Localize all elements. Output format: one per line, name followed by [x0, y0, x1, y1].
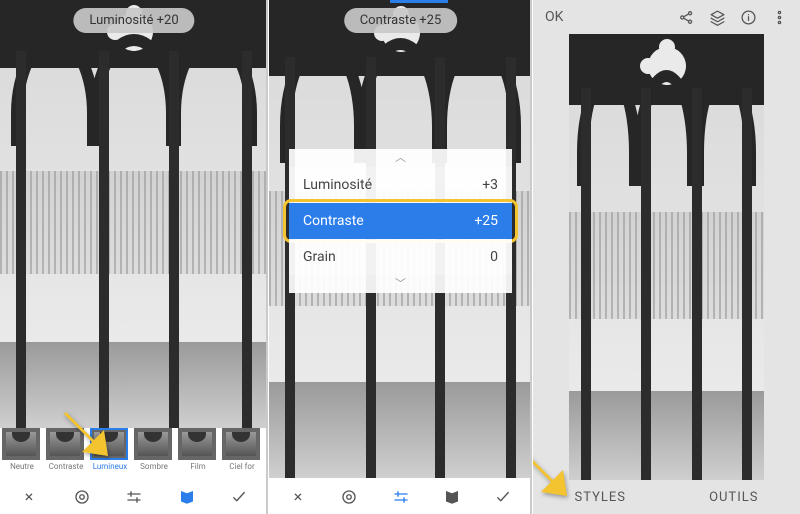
tab-styles[interactable]: STYLES [575, 490, 627, 505]
lens-icon[interactable] [338, 486, 360, 506]
share-icon[interactable] [678, 9, 695, 26]
bottom-toolbar: × [269, 478, 532, 514]
preset-strip: NeutreContrasteLumineuxSombreFilmCiel fo… [0, 428, 268, 478]
chevron-up-icon[interactable]: ︿ [289, 149, 512, 167]
slider-row-luminosité[interactable]: Luminosité+3 [289, 167, 512, 203]
tutorial-arrow [533, 442, 579, 506]
screen-presets: Luminosité +20 NeutreContrasteLumineuxSo… [0, 0, 268, 514]
tab-tools[interactable]: OUTILS [709, 490, 758, 505]
sliders-icon[interactable] [123, 486, 145, 506]
adjustment-badge: Luminosité +20 [73, 8, 194, 33]
top-bar: OK [533, 0, 800, 34]
slider-row-contraste[interactable]: Contraste+25 [289, 203, 512, 239]
tutorial-arrow [56, 402, 120, 466]
info-icon[interactable] [740, 9, 757, 26]
screen-main: OK STYLES OUTILS [533, 0, 800, 514]
slider-overlay[interactable]: ︿ Luminosité+3Contraste+25Grain0 ﹀ [289, 149, 512, 293]
more-icon[interactable] [771, 9, 788, 26]
screen-sliders: Contraste +25 ︿ Luminosité+3Contraste+25… [269, 0, 532, 514]
sliders-icon[interactable] [390, 486, 412, 506]
bottom-toolbar: × [0, 478, 268, 514]
photo[interactable] [569, 34, 764, 480]
preset-film[interactable]: Film [178, 428, 218, 471]
preset-neutre[interactable]: Neutre [2, 428, 42, 471]
preset-ciel for[interactable]: Ciel for [222, 428, 262, 471]
slider-row-grain[interactable]: Grain0 [289, 239, 512, 275]
chevron-down-icon[interactable]: ﹀ [289, 275, 512, 293]
adjustment-badge: Contraste +25 [344, 8, 458, 33]
close-icon[interactable]: × [287, 487, 309, 506]
close-icon[interactable]: × [18, 487, 40, 506]
photo[interactable] [0, 0, 268, 428]
layers-icon[interactable] [709, 9, 726, 26]
presets-icon[interactable] [176, 486, 198, 506]
preset-sombre[interactable]: Sombre [134, 428, 174, 471]
accept-icon[interactable] [228, 486, 250, 506]
accept-icon[interactable] [492, 486, 514, 506]
ok-button[interactable]: OK [545, 9, 563, 25]
lens-icon[interactable] [71, 486, 93, 506]
presets-icon[interactable] [441, 486, 463, 506]
